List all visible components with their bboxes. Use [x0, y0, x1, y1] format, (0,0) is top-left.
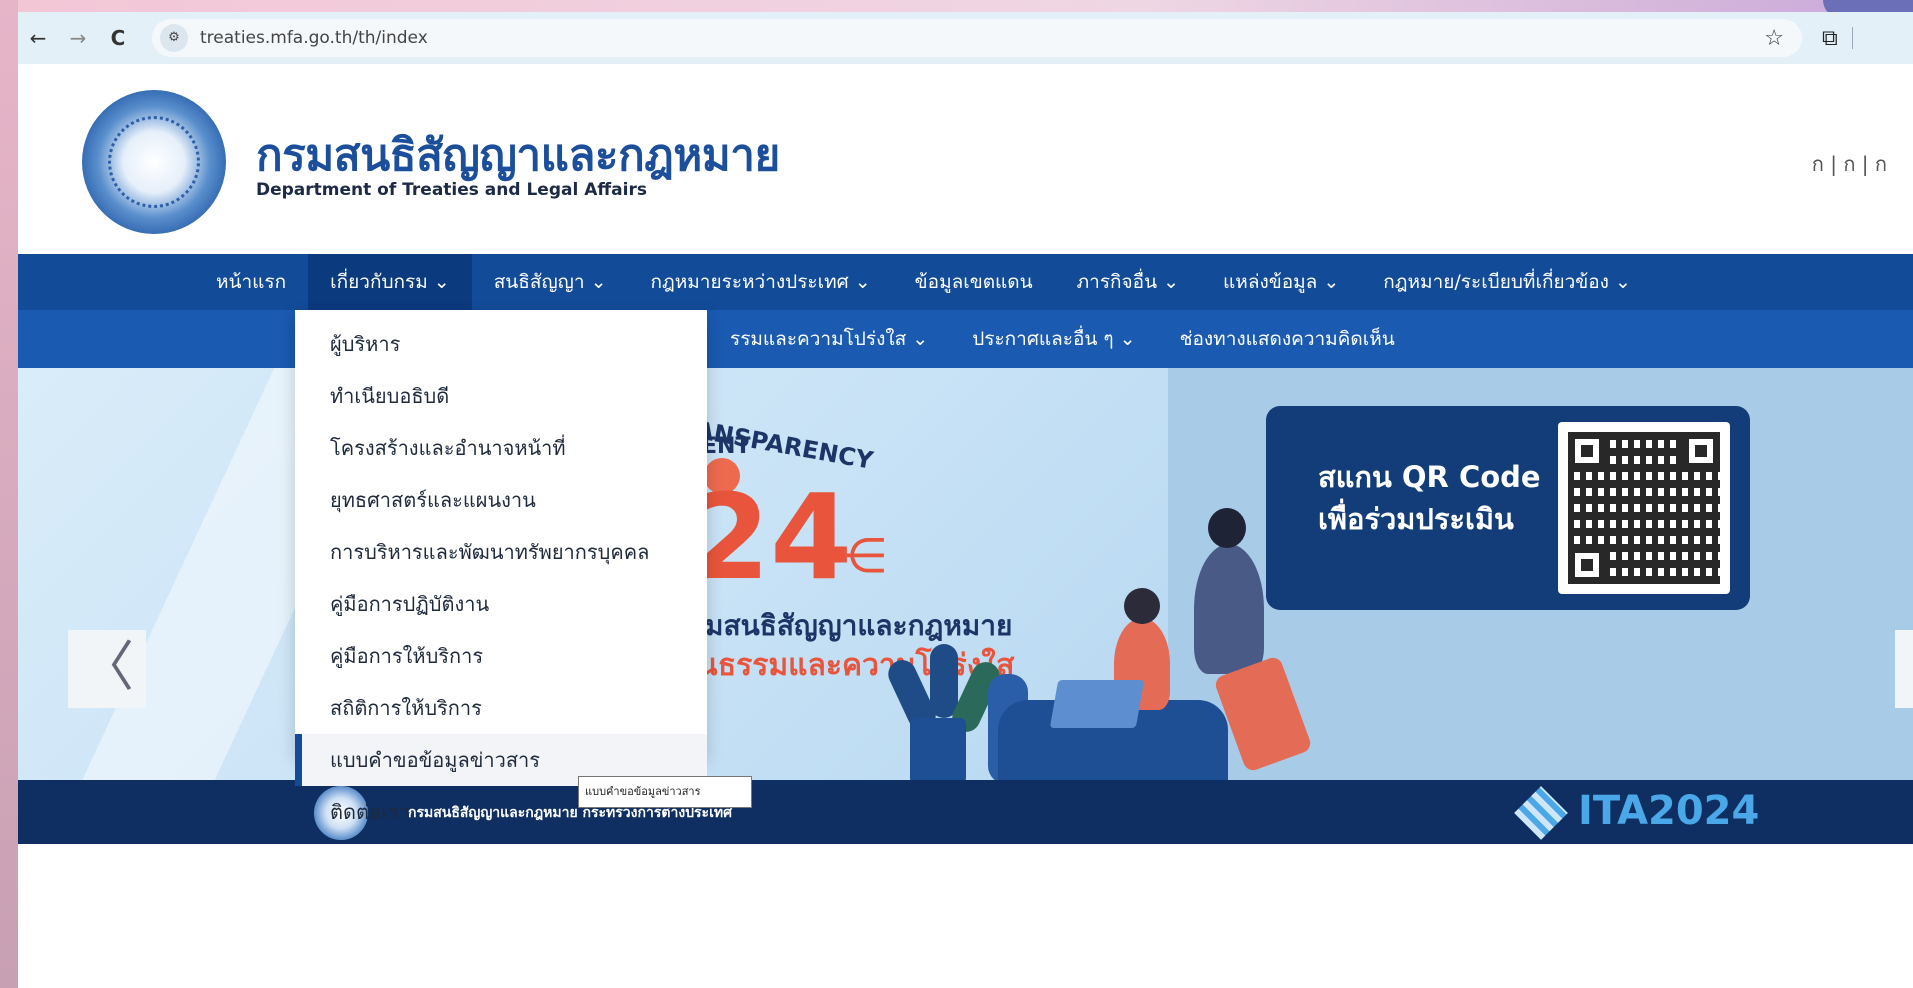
man-illustration	[1194, 544, 1264, 674]
nav-item-home[interactable]: หน้าแรก	[194, 254, 308, 310]
nav-item-related-laws[interactable]: กฎหมาย/ระเบียบที่เกี่ยวข้อง ⌄	[1361, 254, 1653, 310]
plant-leaf-illustration	[930, 644, 958, 718]
qr-card-line-1: สแกน QR Code	[1318, 460, 1541, 494]
back-icon[interactable]: ←	[18, 26, 58, 50]
qr-finder-pattern	[1568, 432, 1606, 470]
dropdown-item-structure-authority[interactable]: โครงสร้างและอำนาจหน้าที่	[295, 422, 707, 474]
qr-finder-pattern	[1682, 432, 1720, 470]
address-bar[interactable]: ⚙ treaties.mfa.go.th/th/index ☆	[152, 19, 1802, 57]
carousel-next-arrow[interactable]	[1895, 630, 1913, 708]
nav-item-ethics-transparency[interactable]: รรมและความโปร่งใส ⌄	[708, 324, 950, 354]
desktop-frame-top	[0, 0, 1913, 12]
font-size-switcher[interactable]: ก | ก | ก	[1812, 148, 1887, 180]
ita-2024-logo: ITA2024	[1520, 788, 1759, 834]
hover-tooltip: แบบคำขอข้อมูลข่าวสาร	[578, 776, 752, 808]
man-head-illustration	[1208, 508, 1246, 548]
carousel-prev-arrow[interactable]: 〈	[68, 630, 146, 708]
reload-icon[interactable]: C	[98, 26, 138, 50]
dropdown-item-executives[interactable]: ผู้บริหาร	[295, 310, 707, 370]
site-header: กรมสนธิสัญญาและกฎหมาย Department of Trea…	[18, 64, 1913, 254]
plant-pot-illustration	[910, 718, 966, 780]
banner-year: 24	[688, 468, 853, 606]
qr-card-text: สแกน QR Code เพื่อร่วมประเมิน	[1318, 456, 1541, 540]
nav-item-treaties[interactable]: สนธิสัญญา ⌄	[472, 254, 629, 310]
about-department-dropdown: ผู้บริหาร ทำเนียบอธิบดี โครงสร้างและอำนา…	[295, 310, 707, 824]
dropdown-item-hr-management[interactable]: การบริหารและพัฒนาทรัพยากรบุคคล	[295, 526, 707, 578]
qr-code-card: สแกน QR Code เพื่อร่วมประเมิน	[1266, 406, 1750, 610]
desktop-frame-left	[0, 0, 18, 988]
dropdown-item-operations-manual[interactable]: คู่มือการปฏิบัติงาน	[295, 578, 707, 630]
page-content-area	[18, 844, 1913, 988]
nav-item-other-missions[interactable]: ภารกิจอื่น ⌄	[1055, 254, 1201, 310]
qr-finder-pattern	[1568, 546, 1606, 584]
banner-subheadline: ณธรรมและความโปร่งใส	[690, 648, 1015, 683]
main-navigation: หน้าแรก เกี่ยวกับกรม ⌄ สนธิสัญญา ⌄ กฎหมา…	[18, 254, 1913, 310]
browser-toolbar: ← → C ⚙ treaties.mfa.go.th/th/index ☆ ⧉	[18, 12, 1913, 64]
forward-icon[interactable]: →	[58, 26, 98, 50]
woman-head-illustration	[1124, 588, 1160, 624]
qr-code-pattern	[1568, 432, 1720, 584]
url-text[interactable]: treaties.mfa.go.th/th/index	[200, 28, 428, 48]
laptop-illustration	[1049, 680, 1145, 728]
site-info-icon[interactable]: ⚙	[160, 24, 188, 52]
spark-icon: ⋲	[838, 528, 886, 584]
banner-kicker-text-2: ENT	[702, 434, 751, 459]
dropdown-item-former-directors[interactable]: ทำเนียบอธิบดี	[295, 370, 707, 422]
nav-item-about[interactable]: เกี่ยวกับกรม ⌄	[308, 254, 472, 310]
department-emblem-logo[interactable]	[82, 90, 226, 234]
toolbar-divider	[1851, 27, 1853, 49]
qr-code-image[interactable]	[1558, 422, 1730, 594]
extensions-icon[interactable]: ⧉	[1822, 26, 1838, 51]
bookmark-star-icon[interactable]: ☆	[1764, 26, 1784, 51]
web-page: กรมสนธิสัญญาและกฎหมาย Department of Trea…	[18, 64, 1913, 988]
nav-item-international-law[interactable]: กฎหมายระหว่างประเทศ ⌄	[629, 254, 893, 310]
nav-item-resources[interactable]: แหล่งข้อมูล ⌄	[1201, 254, 1361, 310]
dropdown-item-strategy-plans[interactable]: ยุทธศาสตร์และแผนงาน	[295, 474, 707, 526]
qr-card-line-2: เพื่อร่วมประเมิน	[1318, 502, 1514, 536]
nav-item-boundary-data[interactable]: ข้อมูลเขตแดน	[893, 254, 1055, 310]
nav-item-announcements[interactable]: ประกาศและอื่น ๆ ⌄	[950, 324, 1157, 354]
dropdown-item-service-manual[interactable]: คู่มือการให้บริการ	[295, 630, 707, 682]
ita-logo-text: ITA2024	[1578, 788, 1760, 834]
emblem-inner-ring	[108, 116, 200, 208]
dropdown-item-service-statistics[interactable]: สถิติการให้บริการ	[295, 682, 707, 734]
site-title-english: Department of Treaties and Legal Affairs	[256, 180, 647, 200]
nav-item-feedback-channel[interactable]: ช่องทางแสดงความคิดเห็น	[1158, 324, 1417, 354]
